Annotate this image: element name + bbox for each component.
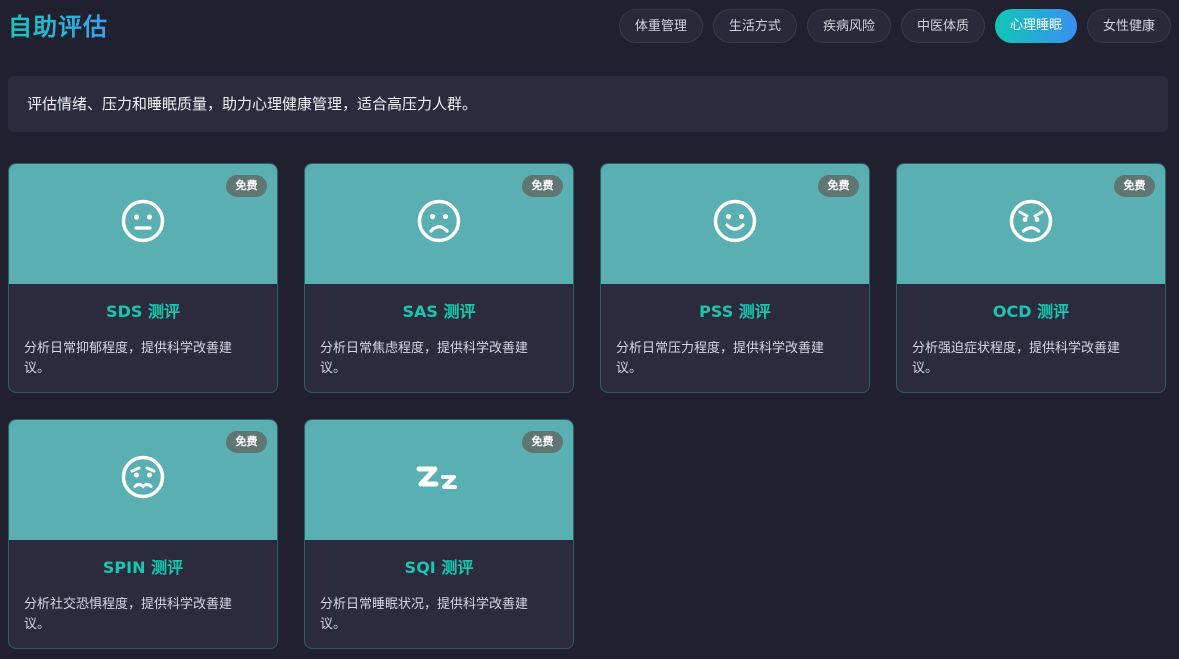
assessment-card-sas[interactable]: 免费 SAS 测评 分析日常焦虑程度，提供科学改善建议。 <box>304 163 574 393</box>
free-badge: 免费 <box>818 175 859 197</box>
card-title: SPIN 测评 <box>102 558 184 577</box>
card-banner: 免费 <box>601 164 869 284</box>
card-title: OCD 测评 <box>992 302 1070 321</box>
card-description: 分析日常睡眠状况，提供科学改善建议。 <box>320 597 529 632</box>
free-badge: 免费 <box>522 431 563 453</box>
card-banner: 免费 <box>9 164 277 284</box>
card-banner: 免费 <box>305 164 573 284</box>
tab-weight-management[interactable]: 体重管理 <box>618 9 703 43</box>
frowning-face-icon <box>417 199 461 243</box>
neutral-face-icon <box>121 199 165 243</box>
card-title: PSS 测评 <box>699 302 771 321</box>
assessment-card-spin[interactable]: 免费 SPIN 测评 分析社交恐惧程度，提供科学改善建议。 <box>8 419 278 649</box>
card-description: 分析社交恐惧程度，提供科学改善建议。 <box>24 597 233 632</box>
free-badge: 免费 <box>1114 175 1155 197</box>
smiling-face-icon <box>713 199 757 243</box>
assessment-card-pss[interactable]: 免费 PSS 测评 分析日常压力程度，提供科学改善建议。 <box>600 163 870 393</box>
tab-mental-sleep[interactable]: 心理睡眠 <box>994 9 1077 43</box>
header: 自助评估 体重管理 生活方式 疾病风险 中医体质 心理睡眠 女性健康 <box>8 0 1171 56</box>
card-banner: 免费 <box>9 420 277 540</box>
card-title: SAS 测评 <box>402 302 476 321</box>
card-title: SDS 测评 <box>106 302 180 321</box>
tab-tcm-constitution[interactable]: 中医体质 <box>900 9 985 43</box>
card-banner: 免费 <box>305 420 573 540</box>
card-description: 分析日常焦虑程度，提供科学改善建议。 <box>320 341 529 376</box>
card-description: 分析日常抑郁程度，提供科学改善建议。 <box>24 341 233 376</box>
angry-face-icon <box>1009 199 1053 243</box>
free-badge: 免费 <box>226 175 267 197</box>
sleep-zz-icon <box>416 466 457 489</box>
tab-lifestyle[interactable]: 生活方式 <box>712 9 797 43</box>
category-tabs: 体重管理 生活方式 疾病风险 中医体质 心理睡眠 女性健康 <box>618 9 1171 43</box>
assessment-card-sds[interactable]: 免费 SDS 测评 分析日常抑郁程度，提供科学改善建议。 <box>8 163 278 393</box>
anxious-face-icon <box>121 455 165 499</box>
card-description: 分析日常压力程度，提供科学改善建议。 <box>616 341 825 376</box>
category-description: 评估情绪、压力和睡眠质量，助力心理健康管理，适合高压力人群。 <box>8 76 1168 132</box>
free-badge: 免费 <box>522 175 563 197</box>
assessment-card-ocd[interactable]: 免费 OCD 测评 分析强迫症状程度，提供科学改善建议。 <box>896 163 1166 393</box>
card-description: 分析强迫症状程度，提供科学改善建议。 <box>912 341 1121 376</box>
tab-womens-health[interactable]: 女性健康 <box>1086 9 1171 43</box>
page-title: 自助评估 <box>8 13 108 41</box>
free-badge: 免费 <box>226 431 267 453</box>
assessment-card-sqi[interactable]: 免费 SQI 测评 分析日常睡眠状况，提供科学改善建议。 <box>304 419 574 649</box>
card-banner: 免费 <box>897 164 1165 284</box>
tab-disease-risk[interactable]: 疾病风险 <box>806 9 891 43</box>
card-title: SQI 测评 <box>404 558 474 577</box>
